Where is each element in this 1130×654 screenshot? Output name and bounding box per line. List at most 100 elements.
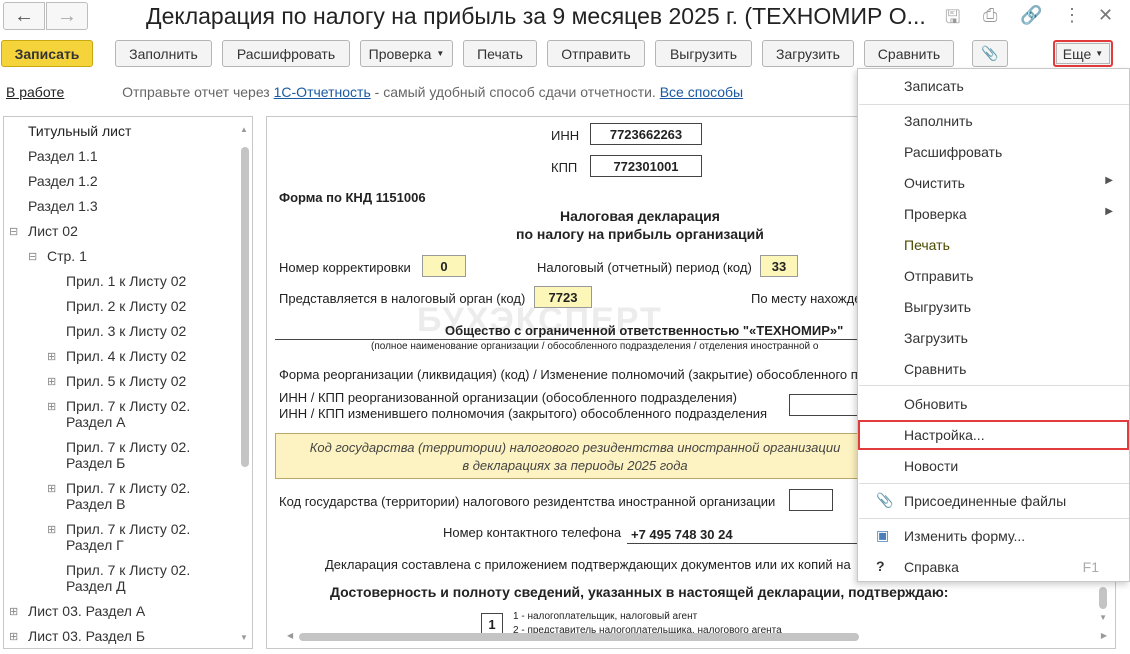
expand-icon[interactable]: ⊞ [9,605,18,618]
scroll-thumb[interactable] [299,633,859,641]
print-icon[interactable]: ⎙ [983,5,997,26]
expand-icon[interactable]: ⊞ [47,375,56,388]
compare-button[interactable]: Сравнить [864,40,954,67]
tree-item[interactable]: Прил. 7 к Листу 02. [66,562,190,578]
form-vscroll-thumb[interactable] [1099,587,1107,609]
hint-link[interactable]: 1С-Отчетность [274,84,371,100]
scroll-left-icon[interactable]: ◀ [287,631,293,640]
menu-item-send[interactable]: Отправить [858,261,1129,291]
send-button[interactable]: Отправить [547,40,645,67]
org-name[interactable]: Общество с ограниченной ответственностью… [445,323,843,338]
check-dropdown-button[interactable]: Проверка ▼ [360,40,453,67]
tree-item[interactable]: Прил. 2 к Листу 02 [66,298,186,314]
form-hscrollbar[interactable]: ◀ [287,631,1087,642]
tree-item[interactable]: Лист 03. Раздел А [28,603,145,619]
country-label: Код государства (территории) налогового … [279,494,776,509]
menu-item-print[interactable]: Печать [858,230,1129,260]
menu-item-change-form[interactable]: ▣ Изменить форму... [858,521,1129,551]
menu-item-refresh[interactable]: Обновить [858,389,1129,419]
tree-item[interactable]: Прил. 7 к Листу 02. [66,398,190,414]
inn-field[interactable]: 7723662263 [590,123,702,145]
tree-item[interactable]: Раздел 1.3 [28,198,98,214]
menu-item-import[interactable]: Загрузить [858,323,1129,353]
phone-label: Номер контактного телефона [443,525,622,540]
chevron-down-icon: ▼ [436,49,445,58]
tree-item[interactable]: Прил. 7 к Листу 02. [66,480,190,496]
menu-item-clear[interactable]: Очистить ▶ [858,168,1129,198]
tree-item[interactable]: Лист 02 [28,223,78,239]
authority-field[interactable]: 7723 [534,286,592,308]
tree-scrollbar[interactable]: ▲ ▼ [240,125,250,642]
menu-label: Обновить [904,396,968,412]
expand-icon[interactable]: ⊞ [47,400,56,413]
import-button[interactable]: Загрузить [762,40,854,67]
decode-button[interactable]: Расшифровать [222,40,350,67]
tree-item-line2[interactable]: Раздел Г [66,537,124,553]
paperclip-icon[interactable]: 📎 [972,40,1008,67]
tree-item[interactable]: Прил. 7 к Листу 02. [66,521,190,537]
all-ways-link[interactable]: Все способы [660,84,743,100]
forward-arrow-icon[interactable]: → [46,2,88,30]
tree-item[interactable]: Лист 03. Раздел Б [28,628,145,644]
export-button[interactable]: Выгрузить [655,40,752,67]
scroll-down-icon[interactable]: ▼ [1099,613,1107,622]
submenu-arrow-icon: ▶ [1105,175,1113,186]
more-vert-icon[interactable]: ⋮ [1063,5,1081,26]
expand-icon[interactable]: ⊞ [47,482,56,495]
tree-item-line2[interactable]: Раздел В [66,496,126,512]
menu-item-export[interactable]: Выгрузить [858,292,1129,322]
correction-field[interactable]: 0 [422,255,466,277]
menu-separator [859,483,1129,484]
attached-label: Декларация составлена с приложением подт… [325,557,851,572]
menu-label: Загрузить [904,330,968,346]
back-arrow-icon[interactable]: ← [3,2,45,30]
scroll-right-icon[interactable]: ▶ [1101,631,1107,640]
expand-icon[interactable]: ⊞ [9,630,18,643]
scroll-down-icon[interactable]: ▼ [240,633,248,642]
country-field[interactable] [789,489,833,511]
correction-label: Номер корректировки [279,260,411,275]
menu-separator [859,385,1129,386]
location-label: По месту нахожде [751,291,862,306]
phone-field[interactable]: +7 495 748 30 24 [631,527,733,542]
menu-item-decode[interactable]: Расшифровать [858,137,1129,167]
menu-item-settings[interactable]: Настройка... [858,420,1129,450]
tree-item[interactable]: Раздел 1.1 [28,148,98,164]
menu-item-help[interactable]: ? Справка F1 [858,552,1129,582]
menu-item-compare[interactable]: Сравнить [858,354,1129,384]
save-button[interactable]: Записать [1,40,93,67]
tree-item[interactable]: Титульный лист [28,123,131,139]
tree-item-line2[interactable]: Раздел А [66,414,126,430]
collapse-icon[interactable]: ⊟ [9,225,18,238]
period-field[interactable]: 33 [760,255,798,277]
save-disk-icon[interactable]: 🖫 [945,5,960,35]
tree-item-line2[interactable]: Раздел Б [66,455,125,471]
expand-icon[interactable]: ⊞ [47,350,56,363]
status-link[interactable]: В работе [6,84,64,100]
more-button[interactable]: Еще ▼ [1053,40,1113,67]
tree-item[interactable]: Прил. 4 к Листу 02 [66,348,186,364]
scroll-thumb[interactable] [241,147,249,467]
link-icon[interactable]: 🔗 [1020,5,1042,26]
scroll-up-icon[interactable]: ▲ [240,125,248,134]
tree-item[interactable]: Прил. 5 к Листу 02 [66,373,186,389]
tree-item-line2[interactable]: Раздел Д [66,578,126,594]
close-icon[interactable]: ✕ [1098,5,1113,26]
menu-item-check[interactable]: Проверка ▶ [858,199,1129,229]
menu-item-fill[interactable]: Заполнить [858,106,1129,136]
confirm-heading: Достоверность и полноту сведений, указан… [330,584,949,600]
tree-item[interactable]: Раздел 1.2 [28,173,98,189]
menu-item-news[interactable]: Новости [858,451,1129,481]
tree-item[interactable]: Прил. 7 к Листу 02. [66,439,190,455]
tree-item[interactable]: Прил. 3 к Листу 02 [66,323,186,339]
tree-item[interactable]: Прил. 1 к Листу 02 [66,273,186,289]
toolbar: Записать Заполнить Расшифровать Проверка… [0,40,1130,68]
expand-icon[interactable]: ⊞ [47,523,56,536]
menu-item-save[interactable]: Записать [858,71,1129,101]
fill-button[interactable]: Заполнить [115,40,212,67]
tree-item[interactable]: Стр. 1 [47,248,87,264]
kpp-field[interactable]: 772301001 [590,155,702,177]
menu-item-attached[interactable]: 📎 Присоединенные файлы [858,486,1129,516]
collapse-icon[interactable]: ⊟ [28,250,37,263]
print-button[interactable]: Печать [463,40,537,67]
